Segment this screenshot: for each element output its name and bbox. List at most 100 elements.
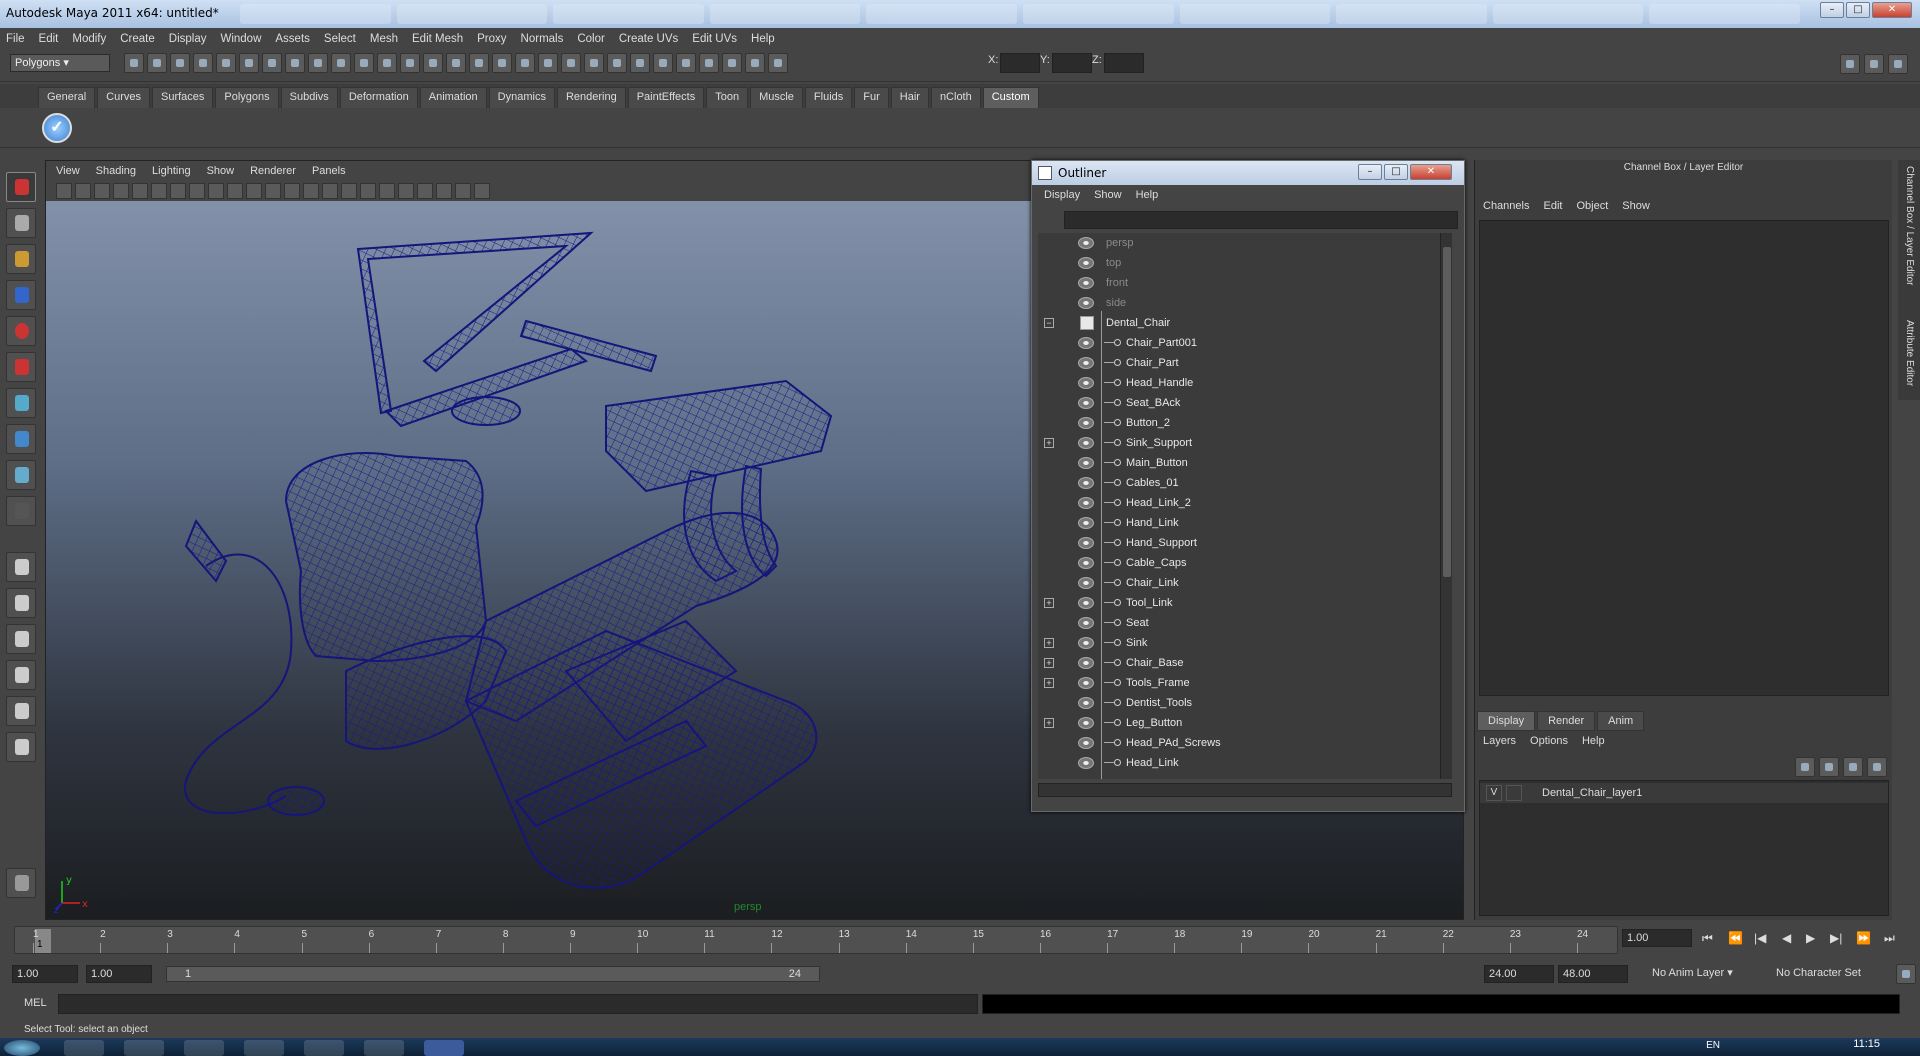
viewport-menu-panels[interactable]: Panels: [312, 165, 346, 177]
lights-icon[interactable]: [360, 183, 376, 199]
select-surfaces-icon[interactable]: [354, 53, 374, 73]
layer-tab-display[interactable]: Display: [1477, 711, 1536, 731]
play-forwards-icon[interactable]: ▶: [1806, 931, 1815, 945]
single-pane-layout-icon[interactable]: [6, 552, 36, 582]
custom-shelf-check-icon[interactable]: ✓: [42, 113, 72, 143]
shelf-tab-ncloth[interactable]: nCloth: [930, 87, 981, 108]
shelf-tab-fluids[interactable]: Fluids: [804, 87, 853, 108]
channel-menu-show[interactable]: Show: [1622, 200, 1650, 212]
outliner-hscroll[interactable]: [1038, 783, 1452, 797]
new-layer-selected-icon[interactable]: [1819, 757, 1839, 777]
field-chart-icon[interactable]: [227, 183, 243, 199]
expand-icon[interactable]: +: [1044, 678, 1054, 688]
textured-icon[interactable]: [341, 183, 357, 199]
snap-grid-icon[interactable]: [515, 53, 535, 73]
viewport-menu-show[interactable]: Show: [207, 165, 235, 177]
outliner-item[interactable]: + Leg_Button: [1038, 713, 1438, 733]
x-field[interactable]: [1000, 53, 1040, 73]
menu-edit-mesh[interactable]: Edit Mesh: [412, 33, 463, 45]
range-bar[interactable]: 1 24: [166, 966, 820, 982]
menu-normals[interactable]: Normals: [521, 33, 564, 45]
outliner-item[interactable]: + Sink: [1038, 633, 1438, 653]
menu-modify[interactable]: Modify: [72, 33, 106, 45]
viewport-menu-renderer[interactable]: Renderer: [250, 165, 296, 177]
taskbar-skype-icon[interactable]: [304, 1040, 344, 1056]
manipulator-tool-icon[interactable]: [6, 388, 36, 418]
menu-window[interactable]: Window: [220, 33, 261, 45]
outliner-item-side[interactable]: side: [1038, 293, 1438, 313]
output-ops-icon[interactable]: [653, 53, 673, 73]
start-button[interactable]: [4, 1040, 40, 1056]
outliner-maximize-button[interactable]: □: [1384, 164, 1408, 180]
ssao-icon[interactable]: [398, 183, 414, 199]
viewport-menu-shading[interactable]: Shading: [96, 165, 136, 177]
shelf-tab-rendering[interactable]: Rendering: [556, 87, 626, 108]
xray-joints-icon[interactable]: [455, 183, 471, 199]
playback-end-field[interactable]: 24.00: [1484, 965, 1554, 983]
shelf-tab-subdivs[interactable]: Subdivs: [280, 87, 338, 108]
snap-curve-icon[interactable]: [538, 53, 558, 73]
layer-menu-options[interactable]: Options: [1530, 735, 1568, 747]
shelf-tab-curves[interactable]: Curves: [97, 87, 150, 108]
viewport-menu-view[interactable]: View: [56, 165, 80, 177]
lock-selection-icon[interactable]: [469, 53, 489, 73]
persp-outliner-layout-icon[interactable]: [6, 624, 36, 654]
step-back-icon[interactable]: ⏪: [1728, 931, 1743, 945]
shelf-tab-fur[interactable]: Fur: [854, 87, 889, 108]
go-to-end-icon[interactable]: ⏭: [1884, 931, 1895, 946]
shelf-tab-muscle[interactable]: Muscle: [750, 87, 803, 108]
layer-visibility-toggle[interactable]: V: [1486, 785, 1502, 801]
outliner-item[interactable]: + Chair_Base: [1038, 653, 1438, 673]
menu-edit[interactable]: Edit: [39, 33, 59, 45]
resolution-gate-icon[interactable]: [189, 183, 205, 199]
outliner-item[interactable]: Head_Link_2: [1038, 493, 1438, 513]
current-time-field[interactable]: 1.00: [1622, 929, 1692, 947]
menu-mesh[interactable]: Mesh: [370, 33, 398, 45]
construction-history-icon[interactable]: [676, 53, 696, 73]
menu-create[interactable]: Create: [120, 33, 155, 45]
outliner-item[interactable]: Head_Handle: [1038, 373, 1438, 393]
outliner-item[interactable]: + Tool_Link: [1038, 593, 1438, 613]
four-pane-layout-icon[interactable]: [6, 588, 36, 618]
shelf-tab-custom[interactable]: Custom: [982, 87, 1039, 108]
anim-layer-dropdown[interactable]: No Anim Layer ▾: [1648, 965, 1768, 983]
outliner-item[interactable]: Seat_BAck: [1038, 393, 1438, 413]
filter-icon[interactable]: [262, 53, 282, 73]
outliner-minimize-button[interactable]: –: [1358, 164, 1382, 180]
smooth-shade-icon[interactable]: [303, 183, 319, 199]
outliner-vscroll[interactable]: [1440, 233, 1452, 779]
menu-file[interactable]: File: [6, 33, 25, 45]
taskbar-app-icon[interactable]: [184, 1040, 224, 1056]
channel-menu-channels[interactable]: Channels: [1483, 200, 1529, 212]
move-tool-icon[interactable]: [6, 280, 36, 310]
shelf-tab-deformation[interactable]: Deformation: [339, 87, 418, 108]
select-hierarchy-icon[interactable]: [193, 53, 213, 73]
shelf-tab-general[interactable]: General: [38, 87, 96, 108]
outliner-item-dental-chair[interactable]: − Dental_Chair: [1038, 313, 1438, 333]
shelf-tab-polygons[interactable]: Polygons: [215, 87, 279, 108]
paint-select-tool-icon[interactable]: [6, 244, 36, 274]
outliner-item-persp[interactable]: persp: [1038, 233, 1438, 253]
shelf-tab-surfaces[interactable]: Surfaces: [151, 87, 214, 108]
select-deformers-icon[interactable]: [377, 53, 397, 73]
shelf-tab-animation[interactable]: Animation: [419, 87, 487, 108]
two-d-pan-icon[interactable]: [132, 183, 148, 199]
camera-attributes-icon[interactable]: [75, 183, 91, 199]
expand-icon[interactable]: +: [1044, 438, 1054, 448]
outliner-item[interactable]: Head_PAd_Screws: [1038, 733, 1438, 753]
outliner-item[interactable]: + Sink_Support: [1038, 433, 1438, 453]
layer-menu-help[interactable]: Help: [1582, 735, 1605, 747]
outliner-item[interactable]: Seat: [1038, 613, 1438, 633]
image-plane-icon[interactable]: [113, 183, 129, 199]
select-joints-icon[interactable]: [308, 53, 328, 73]
menu-create-uvs[interactable]: Create UVs: [619, 33, 678, 45]
menu-display[interactable]: Display: [169, 33, 207, 45]
taskbar-app-icon[interactable]: [124, 1040, 164, 1056]
shelf-tab-dynamics[interactable]: Dynamics: [488, 87, 555, 108]
menu-select[interactable]: Select: [324, 33, 356, 45]
select-object-icon[interactable]: [216, 53, 236, 73]
graph-editor-layout-icon[interactable]: [6, 732, 36, 762]
toggle-attribute-editor-icon[interactable]: [1840, 54, 1860, 74]
step-forward-key-icon[interactable]: ▶|: [1830, 931, 1842, 945]
viewport-menu-lighting[interactable]: Lighting: [152, 165, 191, 177]
